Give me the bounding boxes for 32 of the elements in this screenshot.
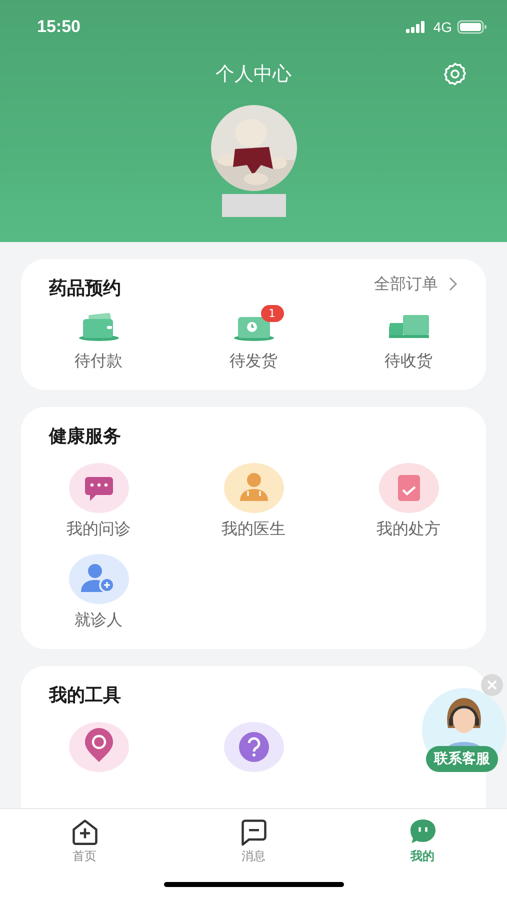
chevron-right-icon bbox=[448, 276, 458, 292]
wallet-icon bbox=[76, 311, 120, 341]
service-item[interactable]: 我的处方 bbox=[331, 463, 486, 540]
settings-icon[interactable] bbox=[442, 61, 468, 87]
order-status-item[interactable]: 待付款 bbox=[21, 305, 176, 372]
order-status-item[interactable]: 1 待发货 bbox=[176, 305, 331, 372]
network-label: 4G bbox=[433, 19, 452, 35]
order-status-item[interactable]: 待收货 bbox=[331, 305, 486, 372]
section-title: 我的工具 bbox=[49, 684, 121, 707]
service-item[interactable]: 就诊人 bbox=[21, 554, 176, 631]
count-badge: 1 bbox=[260, 305, 284, 322]
redaction-block bbox=[222, 194, 286, 217]
battery-icon bbox=[457, 20, 487, 34]
service-item[interactable]: 我的医生 bbox=[176, 463, 331, 540]
page-title: 个人中心 bbox=[216, 62, 292, 87]
section-title: 药品预约 bbox=[49, 277, 121, 300]
tab-item[interactable]: 我的 bbox=[338, 809, 507, 867]
location-pin-icon[interactable] bbox=[68, 722, 128, 772]
contact-support-button[interactable]: 联系客服 bbox=[426, 746, 498, 772]
all-orders-link[interactable]: 全部订单 bbox=[374, 274, 458, 294]
chat-bubble-icon bbox=[68, 463, 128, 513]
service-item[interactable]: 我的问诊 bbox=[21, 463, 176, 540]
message-icon bbox=[238, 817, 268, 847]
status-time: 15:50 bbox=[37, 17, 80, 37]
prescription-icon bbox=[378, 463, 438, 513]
add-person-icon bbox=[68, 554, 128, 604]
section-title: 健康服务 bbox=[49, 425, 121, 448]
help-icon[interactable] bbox=[224, 722, 284, 772]
doctor-icon bbox=[224, 463, 284, 513]
home-icon bbox=[70, 817, 100, 847]
tab-item[interactable]: 首页 bbox=[0, 809, 169, 867]
tab-item[interactable]: 消息 bbox=[169, 809, 338, 867]
